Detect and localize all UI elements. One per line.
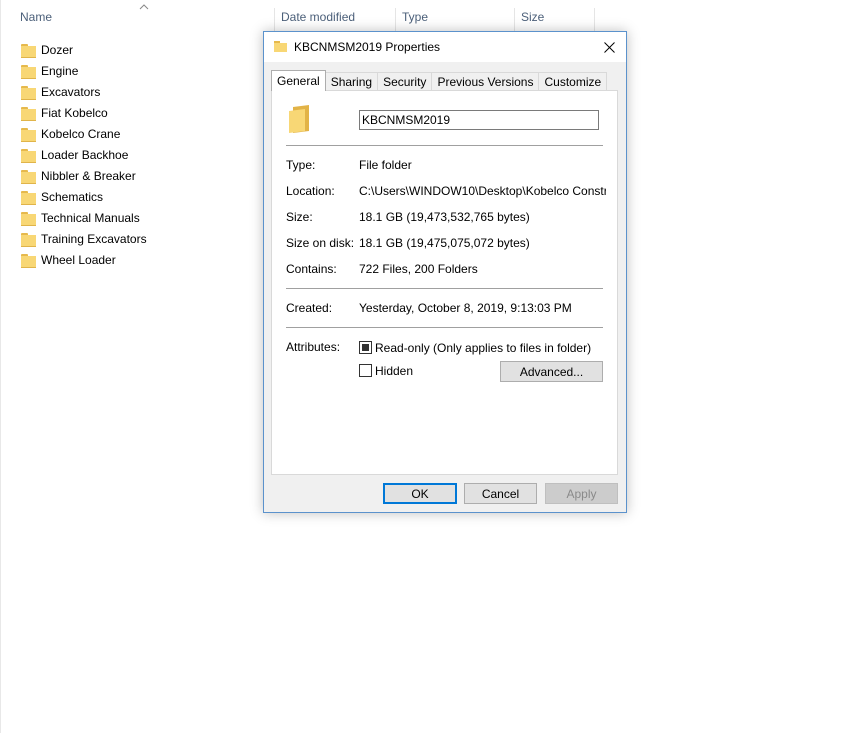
general-tab-panel: Type: File folder Location: C:\Users\WIN…: [271, 90, 618, 475]
file-name: Nibbler & Breaker: [41, 168, 136, 183]
folder-icon: [21, 211, 37, 226]
column-header-date-label: Date modified: [281, 10, 356, 24]
column-header-date-modified[interactable]: Date modified: [281, 0, 393, 34]
file-name: Technical Manuals: [41, 210, 140, 225]
hidden-checkbox[interactable]: [359, 364, 372, 377]
size-on-disk-value: 18.1 GB (19,475,075,072 bytes): [359, 236, 530, 250]
dialog-titlebar[interactable]: KBCNMSM2019 Properties: [264, 32, 626, 62]
list-item[interactable]: Training Excavators: [21, 228, 147, 249]
size-value: 18.1 GB (19,473,532,765 bytes): [359, 210, 530, 224]
list-item[interactable]: Excavators: [21, 81, 147, 102]
folder-icon: [21, 43, 37, 58]
ok-button[interactable]: OK: [383, 483, 457, 504]
close-button[interactable]: [592, 32, 626, 62]
location-label: Location:: [286, 184, 335, 198]
readonly-label[interactable]: Read-only (Only applies to files in fold…: [375, 341, 591, 355]
folder-icon: [274, 41, 287, 52]
created-label: Created:: [286, 301, 333, 315]
list-item[interactable]: Fiat Kobelco: [21, 102, 147, 123]
folder-icon: [289, 105, 309, 133]
column-header-name-label: Name: [20, 10, 53, 24]
advanced-button[interactable]: Advanced...: [500, 361, 603, 382]
cancel-button[interactable]: Cancel: [464, 483, 537, 504]
column-header-type[interactable]: Type: [402, 0, 512, 34]
list-item[interactable]: Engine: [21, 60, 147, 81]
attributes-label: Attributes:: [286, 340, 341, 354]
folder-icon: [21, 169, 37, 184]
readonly-checkbox[interactable]: [359, 341, 372, 354]
hidden-label[interactable]: Hidden: [375, 364, 413, 378]
tab-previous-versions[interactable]: Previous Versions: [431, 72, 540, 91]
folder-icon: [21, 148, 37, 163]
column-header-name[interactable]: Name: [20, 0, 272, 34]
folder-icon: [21, 85, 37, 100]
folder-icon: [21, 253, 37, 268]
folder-icon: [21, 190, 37, 205]
contains-label: Contains:: [286, 262, 337, 276]
list-item[interactable]: Technical Manuals: [21, 207, 147, 228]
tab-customize[interactable]: Customize: [538, 72, 608, 91]
close-icon: [603, 41, 615, 53]
folder-icon: [21, 127, 37, 142]
column-header-size-label: Size: [521, 10, 545, 24]
apply-button[interactable]: Apply: [545, 483, 618, 504]
folder-name-input[interactable]: [359, 110, 599, 130]
size-on-disk-label: Size on disk:: [286, 236, 355, 250]
list-item[interactable]: Wheel Loader: [21, 249, 147, 270]
folder-icon: [21, 64, 37, 79]
tab-general[interactable]: General: [271, 70, 326, 91]
location-value: C:\Users\WINDOW10\Desktop\Kobelco Constr…: [359, 184, 606, 198]
contains-value: 722 Files, 200 Folders: [359, 262, 478, 276]
tab-sharing[interactable]: Sharing: [324, 72, 379, 91]
file-name: Dozer: [41, 42, 74, 57]
type-label: Type:: [286, 158, 316, 172]
file-name: Loader Backhoe: [41, 147, 129, 162]
list-item[interactable]: Loader Backhoe: [21, 144, 147, 165]
properties-dialog: KBCNMSM2019 Properties General Sharing S…: [263, 31, 627, 513]
folder-icon: [21, 232, 37, 247]
window-border: [0, 0, 1, 733]
file-name: Training Excavators: [41, 231, 147, 246]
divider: [286, 327, 603, 328]
file-name: Schematics: [41, 189, 104, 204]
column-header-type-label: Type: [402, 10, 429, 24]
tab-bar: General Sharing Security Previous Versio…: [271, 70, 608, 91]
folder-icon: [21, 106, 37, 121]
file-list: Dozer Engine Excavators Fiat Kobelco Kob…: [21, 39, 147, 270]
file-name: Fiat Kobelco: [41, 105, 108, 120]
divider: [286, 288, 603, 289]
divider: [286, 145, 603, 146]
list-item[interactable]: Kobelco Crane: [21, 123, 147, 144]
list-item[interactable]: Dozer: [21, 39, 147, 60]
size-label: Size:: [286, 210, 313, 224]
type-value: File folder: [359, 158, 412, 172]
list-item[interactable]: Nibbler & Breaker: [21, 165, 147, 186]
dialog-title: KBCNMSM2019 Properties: [294, 40, 441, 54]
file-name: Kobelco Crane: [41, 126, 121, 141]
column-header-size[interactable]: Size: [521, 0, 593, 34]
file-name: Engine: [41, 63, 79, 78]
file-name: Excavators: [41, 84, 101, 99]
file-name: Wheel Loader: [41, 252, 116, 267]
tab-security[interactable]: Security: [377, 72, 433, 91]
created-value: Yesterday, October 8, 2019, 9:13:03 PM: [359, 301, 572, 315]
list-item[interactable]: Schematics: [21, 186, 147, 207]
